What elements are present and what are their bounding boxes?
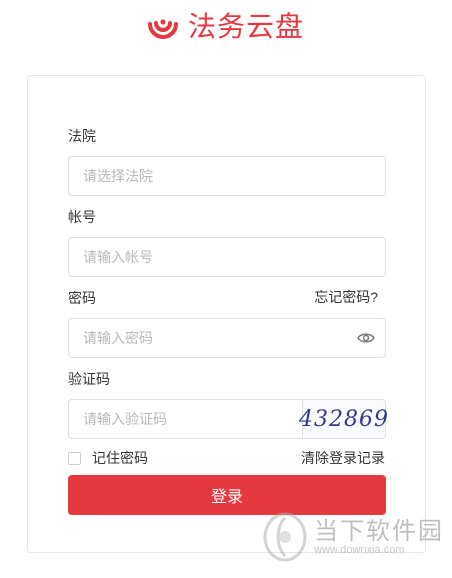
captcha-image[interactable]: 432869 [299,399,388,439]
header: 法务云盘 [0,0,452,60]
court-input[interactable] [69,157,385,195]
clear-records-link[interactable]: 清除登录记录 [301,448,385,468]
captcha-field[interactable] [68,399,302,439]
court-label: 法院 [68,128,96,144]
captcha-label: 验证码 [68,371,110,387]
login-button[interactable]: 登录 [68,475,386,515]
watermark: 当下软件园 www.downxia.com [262,512,444,562]
watermark-url: www.downxia.com [314,544,405,556]
court-select[interactable] [68,156,386,196]
account-field[interactable] [68,237,386,277]
forgot-password-link[interactable]: 忘记密码? [314,287,378,307]
logo-text: 法务云盘 [188,10,305,43]
captcha-input[interactable] [69,400,302,438]
account-input[interactable] [69,238,385,276]
remember-checkbox[interactable] [68,451,81,465]
remember-password[interactable]: 记住密码 [68,448,148,468]
login-card: 法院 帐号 密码 忘记密码? 验证码 432869 记住密码 清除登录记录 登录 [27,75,426,553]
account-label: 帐号 [68,209,96,225]
password-label: 密码 [68,290,96,306]
captcha-group: 432869 [68,399,388,439]
watermark-title: 当下软件园 [314,517,444,545]
logo: 法务云盘 [146,10,304,44]
password-input[interactable] [69,319,355,357]
eye-icon[interactable] [355,327,377,349]
password-field[interactable] [68,318,386,358]
remember-label: 记住密码 [92,450,148,466]
logo-icon [148,19,178,39]
watermark-logo-icon [263,512,307,562]
